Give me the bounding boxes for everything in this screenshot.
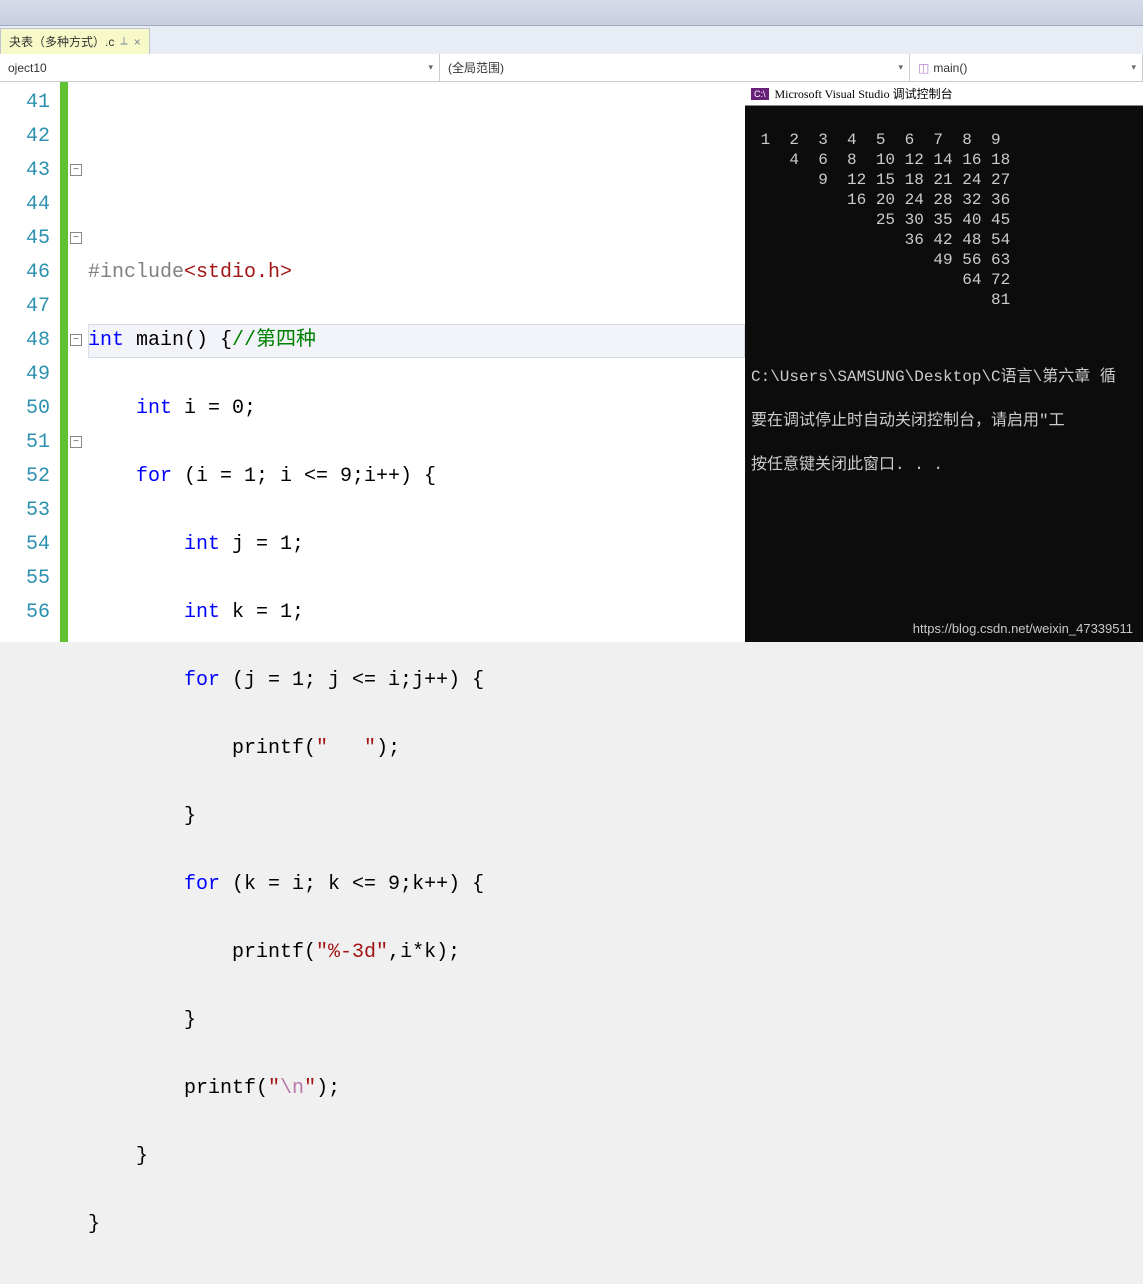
- nav-dropdown-bar: oject10 ▾ (全局范围) ▾ ◫ main() ▾: [0, 54, 1143, 82]
- line-number: 53: [0, 494, 50, 528]
- console-titlebar[interactable]: C:\ Microsoft Visual Studio 调试控制台: [745, 82, 1143, 106]
- line-number: 56: [0, 596, 50, 630]
- scope-dropdown-label: (全局范围): [448, 59, 504, 76]
- fold-toggle[interactable]: −: [70, 232, 82, 244]
- console-output[interactable]: 1 2 3 4 5 6 7 8 9 4 6 8 10 12 14 16 18 9…: [745, 106, 1143, 542]
- line-number: 47: [0, 290, 50, 324]
- function-dropdown[interactable]: ◫ main() ▾: [910, 54, 1143, 81]
- code-line: printf("%-3d",i*k);: [88, 936, 745, 970]
- function-dropdown-label: main(): [933, 61, 967, 75]
- console-line: 25 30 35 40 45: [751, 210, 1137, 230]
- code-content[interactable]: #include<stdio.h> int main() {//第四种 int …: [88, 82, 745, 642]
- line-number: 42: [0, 120, 50, 154]
- code-line: }: [88, 800, 745, 834]
- console-line: 1 2 3 4 5 6 7 8 9: [751, 130, 1137, 150]
- cube-icon: ◫: [918, 61, 929, 75]
- scope-dropdown[interactable]: (全局范围) ▾: [440, 54, 910, 81]
- line-number: 48: [0, 324, 50, 358]
- tab-label: 夬表（多种方式）.c: [9, 33, 114, 50]
- code-line: }: [88, 1208, 745, 1242]
- line-number: 52: [0, 460, 50, 494]
- project-dropdown[interactable]: oject10 ▾: [0, 54, 440, 81]
- console-line: 要在调试停止时自动关闭控制台，请启用"工: [751, 410, 1137, 432]
- line-number: 49: [0, 358, 50, 392]
- code-line: int main() {//第四种: [88, 324, 745, 358]
- console-line: 16 20 24 28 32 36: [751, 190, 1137, 210]
- code-line: for (k = i; k <= 9;k++) {: [88, 868, 745, 902]
- line-number: 50: [0, 392, 50, 426]
- watermark: https://blog.csdn.net/weixin_47339511: [913, 621, 1133, 636]
- code-line: printf("\n");: [88, 1072, 745, 1106]
- code-line: for (i = 1; i <= 9;i++) {: [88, 460, 745, 494]
- line-number: 55: [0, 562, 50, 596]
- debug-console: C:\ Microsoft Visual Studio 调试控制台 1 2 3 …: [745, 82, 1143, 642]
- code-line: int j = 1;: [88, 528, 745, 562]
- console-line: 49 56 63: [751, 250, 1137, 270]
- project-dropdown-label: oject10: [8, 61, 47, 75]
- close-icon[interactable]: ×: [134, 35, 141, 49]
- file-tab[interactable]: 夬表（多种方式）.c ⟂ ×: [0, 28, 150, 54]
- console-line: 9 12 15 18 21 24 27: [751, 170, 1137, 190]
- line-number: 44: [0, 188, 50, 222]
- console-title-text: Microsoft Visual Studio 调试控制台: [775, 85, 953, 102]
- code-line: }: [88, 1140, 745, 1174]
- main-area: 41424344454647484950515253545556 − − − − #i…: [0, 82, 1143, 642]
- chevron-down-icon: ▾: [898, 62, 903, 73]
- console-line: 36 42 48 54: [751, 230, 1137, 250]
- code-line: for (j = 1; j <= i;j++) {: [88, 664, 745, 698]
- line-number: 46: [0, 256, 50, 290]
- vs-icon: C:\: [751, 88, 769, 100]
- console-line: 4 6 8 10 12 14 16 18: [751, 150, 1137, 170]
- code-line: printf(" ");: [88, 732, 745, 766]
- line-number-gutter: 41424344454647484950515253545556: [0, 82, 60, 642]
- pin-icon[interactable]: ⟂: [120, 35, 127, 48]
- fold-column: − − − −: [68, 82, 88, 642]
- line-number: 45: [0, 222, 50, 256]
- chevron-down-icon: ▾: [1131, 62, 1136, 73]
- change-indicator: [60, 82, 68, 642]
- code-line: #include<stdio.h>: [88, 256, 745, 290]
- top-toolbar: [0, 0, 1143, 26]
- line-number: 43: [0, 154, 50, 188]
- console-line: C:\Users\SAMSUNG\Desktop\C语言\第六章 循: [751, 366, 1137, 388]
- fold-toggle[interactable]: −: [70, 334, 82, 346]
- code-editor[interactable]: 41424344454647484950515253545556 − − − − #i…: [0, 82, 745, 642]
- line-number: 51: [0, 426, 50, 460]
- code-line: int k = 1;: [88, 596, 745, 630]
- console-line: 81: [751, 290, 1137, 310]
- tab-bar: 夬表（多种方式）.c ⟂ ×: [0, 26, 1143, 54]
- code-line: }: [88, 1004, 745, 1038]
- code-line: int i = 0;: [88, 392, 745, 426]
- line-number: 41: [0, 86, 50, 120]
- chevron-down-icon: ▾: [428, 62, 433, 73]
- console-line: 64 72: [751, 270, 1137, 290]
- fold-toggle[interactable]: −: [70, 164, 82, 176]
- line-number: 54: [0, 528, 50, 562]
- fold-toggle[interactable]: −: [70, 436, 82, 448]
- console-line: 按任意键关闭此窗口. . .: [751, 454, 1137, 476]
